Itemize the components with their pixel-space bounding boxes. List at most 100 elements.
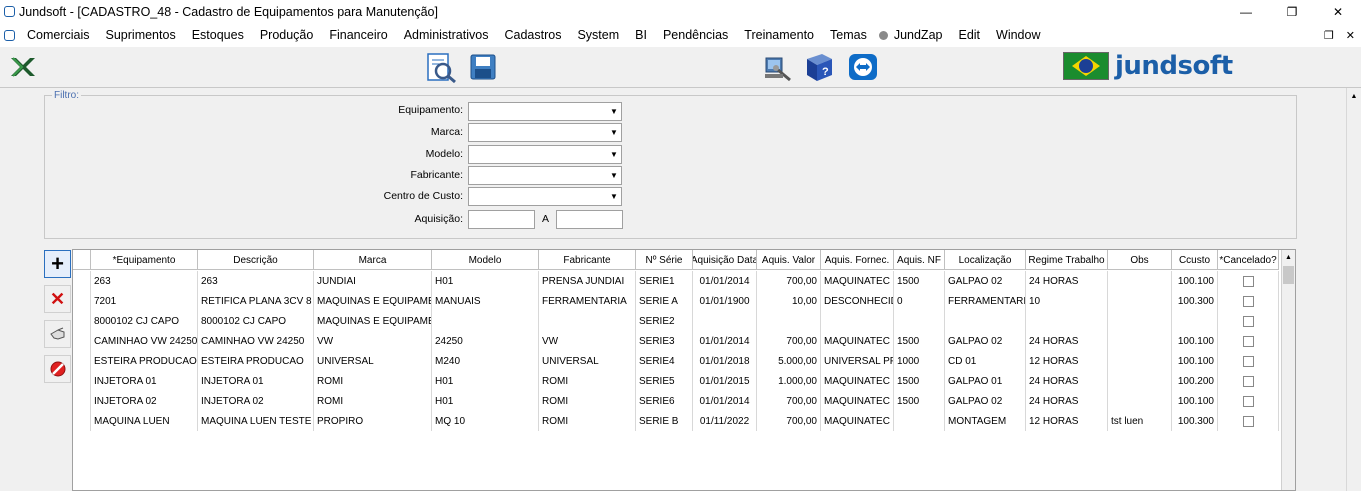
help-book-icon[interactable]: ? xyxy=(802,51,836,83)
cell-modelo[interactable]: H01 xyxy=(432,271,539,291)
cell-aquis-valor[interactable]: 700,00 xyxy=(757,391,821,411)
menu-jundzap[interactable]: JundZap xyxy=(886,28,951,42)
menu-window[interactable]: Window xyxy=(988,28,1048,42)
table-row[interactable]: MAQUINA LUEN MAQUINA LUEN TESTE PROPIRO MQ … xyxy=(73,411,1279,431)
minimize-button[interactable]: — xyxy=(1223,0,1269,23)
cell-obs[interactable] xyxy=(1108,271,1172,291)
cell-aquisicao-data[interactable]: 01/01/2014 xyxy=(693,271,757,291)
col-descricao[interactable]: Descrição xyxy=(198,250,314,270)
equipment-grid[interactable]: *Equipamento Descrição Marca Modelo Fabr… xyxy=(72,249,1296,491)
cell-obs[interactable] xyxy=(1108,351,1172,371)
cell-modelo[interactable]: MQ 10 xyxy=(432,411,539,431)
row-indicator[interactable] xyxy=(73,371,91,391)
cell-equipamento[interactable]: INJETORA 01 xyxy=(91,371,198,391)
fabricante-select[interactable]: ▼ xyxy=(468,166,622,185)
excel-icon[interactable] xyxy=(8,55,38,79)
col-cancelado[interactable]: *Cancelado? xyxy=(1218,250,1279,270)
cell-descricao[interactable]: CAMINHAO VW 24250 xyxy=(198,331,314,351)
add-button[interactable]: + xyxy=(44,250,71,278)
cell-localizacao[interactable]: MONTAGEM xyxy=(945,411,1026,431)
cell-modelo[interactable]: 24250 xyxy=(432,331,539,351)
cell-numero-serie[interactable]: SERIE2 xyxy=(636,311,693,331)
cell-localizacao[interactable] xyxy=(945,311,1026,331)
cell-fabricante[interactable]: FERRAMENTARIA xyxy=(539,291,636,311)
menu-financeiro[interactable]: Financeiro xyxy=(321,28,395,42)
cell-regime-trabalho[interactable] xyxy=(1026,311,1108,331)
cell-aquis-fornec[interactable]: MAQUINATEC xyxy=(821,271,894,291)
cell-aquis-fornec[interactable]: DESCONHECID xyxy=(821,291,894,311)
cell-ccusto[interactable]: 100.200 xyxy=(1172,371,1218,391)
col-equipamento[interactable]: *Equipamento xyxy=(91,250,198,270)
search-document-icon[interactable] xyxy=(424,52,458,84)
col-aquis-nf[interactable]: Aquis. NF xyxy=(894,250,945,270)
cell-fabricante[interactable]: ROMI xyxy=(539,371,636,391)
cell-aquis-valor[interactable]: 5.000,00 xyxy=(757,351,821,371)
mdi-app-icon[interactable] xyxy=(4,29,15,41)
menu-producao[interactable]: Produção xyxy=(252,28,322,42)
cancelado-checkbox[interactable] xyxy=(1242,275,1254,287)
cell-equipamento[interactable]: 8000102 CJ CAPO xyxy=(91,311,198,331)
cell-aquisicao-data[interactable]: 01/01/2018 xyxy=(693,351,757,371)
equipamento-select[interactable]: ▼ xyxy=(468,102,622,121)
cell-obs[interactable] xyxy=(1108,311,1172,331)
cancelado-checkbox[interactable] xyxy=(1242,375,1254,387)
menu-edit[interactable]: Edit xyxy=(950,28,988,42)
col-numero-serie[interactable]: Nº Série xyxy=(636,250,693,270)
cell-descricao[interactable]: 8000102 CJ CAPO xyxy=(198,311,314,331)
row-indicator[interactable] xyxy=(73,331,91,351)
cell-numero-serie[interactable]: SERIE4 xyxy=(636,351,693,371)
menu-estoques[interactable]: Estoques xyxy=(184,28,252,42)
cell-ccusto[interactable] xyxy=(1172,311,1218,331)
table-row[interactable]: INJETORA 02 INJETORA 02 ROMI H01 ROMI SERIE6 0… xyxy=(73,391,1279,411)
cell-aquisicao-data[interactable]: 01/01/2014 xyxy=(693,331,757,351)
cell-descricao[interactable]: INJETORA 02 xyxy=(198,391,314,411)
cell-fabricante[interactable]: UNIVERSAL xyxy=(539,351,636,371)
cancelado-checkbox[interactable] xyxy=(1242,395,1254,407)
cell-localizacao[interactable]: CD 01 xyxy=(945,351,1026,371)
menu-bi[interactable]: BI xyxy=(627,28,655,42)
cell-modelo[interactable]: M240 xyxy=(432,351,539,371)
scroll-thumb[interactable] xyxy=(1283,266,1294,284)
close-button[interactable]: ✕ xyxy=(1315,0,1361,23)
scroll-up-icon[interactable]: ▲ xyxy=(1347,88,1361,104)
cell-modelo[interactable] xyxy=(432,311,539,331)
tools-icon[interactable] xyxy=(762,52,794,84)
cancelado-checkbox[interactable] xyxy=(1242,335,1254,347)
cell-fabricante[interactable]: VW xyxy=(539,331,636,351)
cell-aquis-nf[interactable]: 1500 xyxy=(894,371,945,391)
cell-equipamento[interactable]: ESTEIRA PRODUCAO xyxy=(91,351,198,371)
cell-descricao[interactable]: ESTEIRA PRODUCAO xyxy=(198,351,314,371)
row-indicator[interactable] xyxy=(73,391,91,411)
cancelado-checkbox[interactable] xyxy=(1242,315,1254,327)
grid-vertical-scrollbar[interactable]: ▲ xyxy=(1281,250,1295,490)
table-row[interactable]: 263 263 JUNDIAI H01 PRENSA JUNDIAI SERIE1 01/0… xyxy=(73,271,1279,291)
cell-marca[interactable]: PROPIRO xyxy=(314,411,432,431)
cell-equipamento[interactable]: CAMINHAO VW 24250 xyxy=(91,331,198,351)
cell-aquis-valor[interactable]: 700,00 xyxy=(757,271,821,291)
cell-aquisicao-data[interactable]: 01/01/2014 xyxy=(693,391,757,411)
cell-ccusto[interactable]: 100.100 xyxy=(1172,271,1218,291)
cancelado-checkbox[interactable] xyxy=(1242,355,1254,367)
col-localizacao[interactable]: Localização xyxy=(945,250,1026,270)
cell-aquis-fornec[interactable]: MAQUINATEC xyxy=(821,391,894,411)
cell-obs[interactable] xyxy=(1108,371,1172,391)
cell-marca[interactable]: JUNDIAI xyxy=(314,271,432,291)
save-icon[interactable] xyxy=(469,53,497,81)
cell-aquis-nf[interactable]: 1500 xyxy=(894,391,945,411)
col-modelo[interactable]: Modelo xyxy=(432,250,539,270)
cell-numero-serie[interactable]: SERIE5 xyxy=(636,371,693,391)
cell-obs[interactable]: tst luen xyxy=(1108,411,1172,431)
table-row[interactable]: CAMINHAO VW 24250 CAMINHAO VW 24250 VW 2425… xyxy=(73,331,1279,351)
cell-localizacao[interactable]: GALPAO 02 xyxy=(945,331,1026,351)
cell-descricao[interactable]: MAQUINA LUEN TESTE xyxy=(198,411,314,431)
cell-aquisicao-data[interactable]: 01/11/2022 xyxy=(693,411,757,431)
cell-aquis-nf[interactable]: 1500 xyxy=(894,331,945,351)
menu-temas[interactable]: Temas xyxy=(822,28,875,42)
aquisicao-from-input[interactable] xyxy=(468,210,535,229)
cell-ccusto[interactable]: 100.100 xyxy=(1172,391,1218,411)
menu-comerciais[interactable]: Comerciais xyxy=(19,28,98,42)
cell-aquis-valor[interactable]: 700,00 xyxy=(757,411,821,431)
row-indicator[interactable] xyxy=(73,351,91,371)
menu-administrativos[interactable]: Administrativos xyxy=(396,28,497,42)
cell-aquis-valor[interactable] xyxy=(757,311,821,331)
